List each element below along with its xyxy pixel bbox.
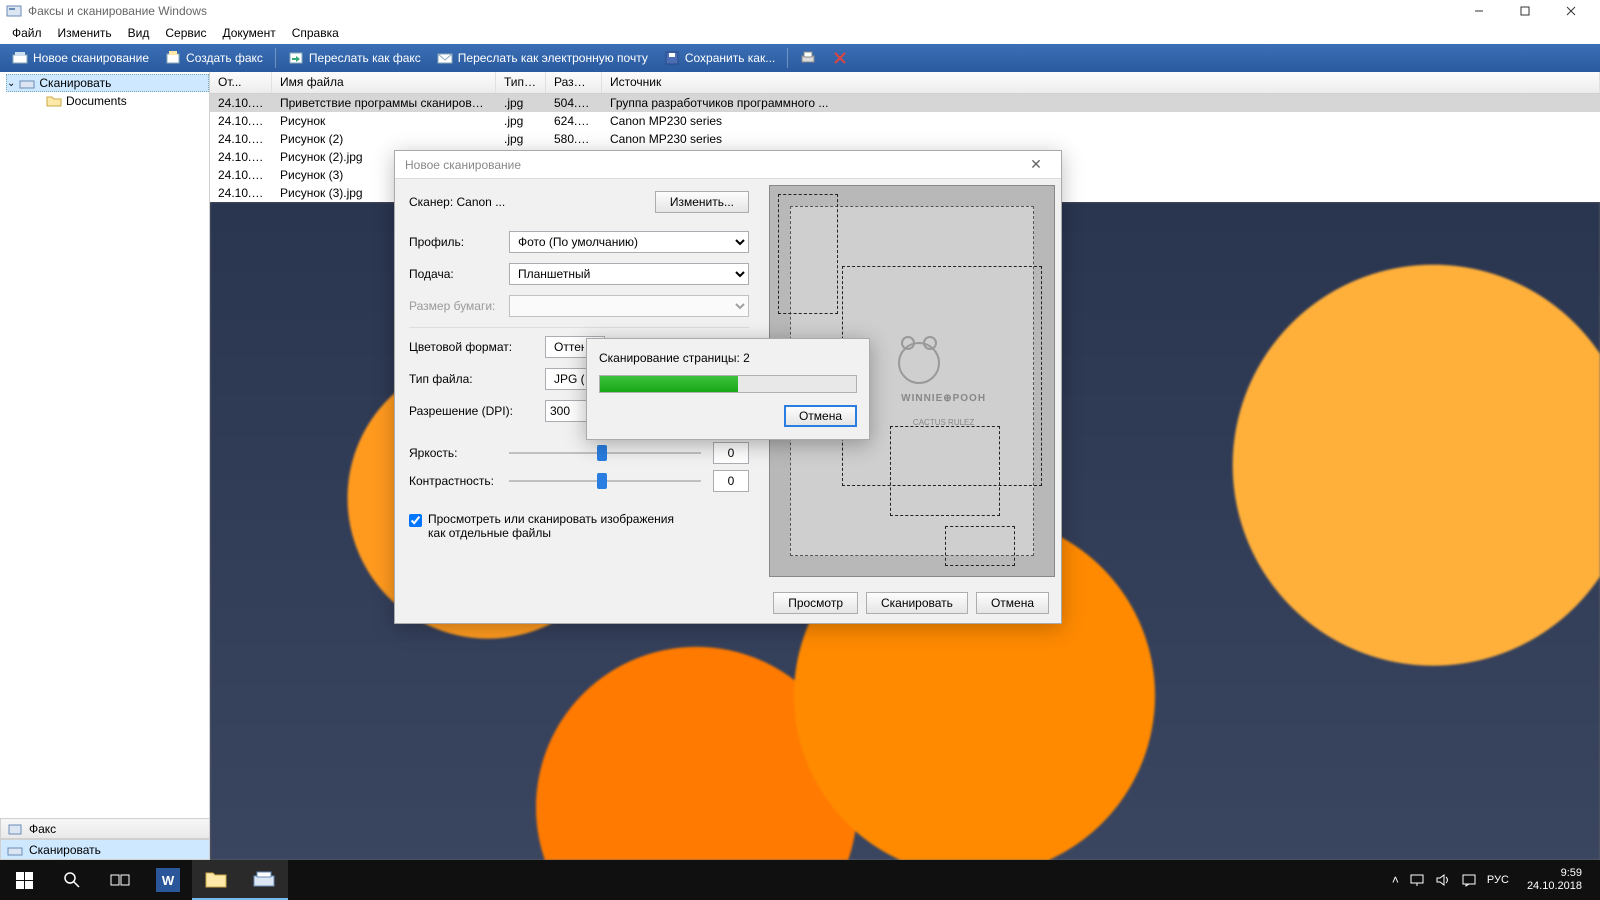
menu-tools[interactable]: Сервис bbox=[157, 24, 214, 42]
tray-clock[interactable]: 9:59 24.10.2018 bbox=[1519, 867, 1590, 893]
separate-files-checkbox[interactable] bbox=[409, 514, 422, 527]
menu-bar: Файл Изменить Вид Сервис Документ Справк… bbox=[0, 22, 1600, 44]
toolbar: Новое сканирование Создать факс Переслат… bbox=[0, 44, 1600, 72]
taskbar-app-word[interactable]: W bbox=[144, 860, 192, 900]
taskview-button[interactable] bbox=[96, 860, 144, 900]
feed-select[interactable]: Планшетный bbox=[509, 263, 749, 285]
scanner-icon bbox=[19, 75, 35, 91]
taskbar: W ˄ РУС 9:59 24.10.2018 bbox=[0, 860, 1600, 900]
list-row[interactable]: 24.10.201... Приветствие программы скани… bbox=[210, 94, 1600, 112]
feed-label: Подача: bbox=[409, 267, 509, 281]
toolbar-separator bbox=[787, 48, 788, 68]
toolbar-delete[interactable] bbox=[826, 48, 854, 68]
filetype-label: Тип файла: bbox=[409, 372, 545, 386]
sidebar-tabs: Факс Сканировать bbox=[0, 818, 210, 860]
delete-icon bbox=[832, 50, 848, 66]
save-icon bbox=[664, 50, 680, 66]
contrast-slider[interactable] bbox=[509, 471, 701, 491]
list-row[interactable]: 24.10.201... Рисунок (2) .jpg 580.8 КБ C… bbox=[210, 130, 1600, 148]
separate-files-label: Просмотреть или сканировать изображения … bbox=[428, 512, 688, 540]
sidebar-tab-scan[interactable]: Сканировать bbox=[0, 839, 210, 860]
scan-button[interactable]: Сканировать bbox=[866, 592, 968, 614]
menu-file[interactable]: Файл bbox=[4, 24, 50, 42]
scanner-icon bbox=[7, 842, 23, 858]
fax-icon bbox=[7, 821, 23, 837]
menu-help[interactable]: Справка bbox=[284, 24, 347, 42]
search-button[interactable] bbox=[48, 860, 96, 900]
svg-text:W: W bbox=[162, 873, 175, 888]
paper-size-select bbox=[509, 295, 749, 317]
tray-chevron-icon[interactable]: ˄ bbox=[1392, 873, 1399, 887]
dialog-title: Новое сканирование bbox=[405, 158, 521, 172]
tray-language[interactable]: РУС bbox=[1487, 874, 1509, 886]
menu-view[interactable]: Вид bbox=[120, 24, 158, 42]
change-scanner-button[interactable]: Изменить... bbox=[655, 191, 749, 213]
menu-edit[interactable]: Изменить bbox=[50, 24, 120, 42]
list-header: От... Имя файла Тип фа... Размер Источни… bbox=[210, 72, 1600, 94]
progress-fill bbox=[600, 376, 738, 392]
tree-node-scan[interactable]: ⌄ Сканировать bbox=[6, 74, 209, 92]
folder-icon bbox=[46, 93, 62, 109]
taskbar-app-explorer[interactable] bbox=[192, 860, 240, 900]
toolbar-save-as[interactable]: Сохранить как... bbox=[658, 48, 781, 68]
profile-label: Профиль: bbox=[409, 235, 509, 249]
window-titlebar: Факсы и сканирование Windows bbox=[0, 0, 1600, 22]
forward-fax-icon bbox=[288, 50, 304, 66]
progress-label: Сканирование страницы: 2 bbox=[599, 351, 857, 365]
contrast-label: Контрастность: bbox=[409, 474, 509, 488]
app-icon bbox=[6, 3, 22, 19]
cancel-button[interactable]: Отмена bbox=[976, 592, 1049, 614]
print-icon bbox=[800, 50, 816, 66]
toolbar-forward-fax[interactable]: Переслать как факс bbox=[282, 48, 427, 68]
column-type[interactable]: Тип фа... bbox=[496, 72, 546, 93]
tray-volume-icon[interactable] bbox=[1435, 873, 1451, 887]
toolbar-new-fax[interactable]: Создать факс bbox=[159, 48, 269, 68]
toolbar-separator bbox=[275, 48, 276, 68]
dialog-titlebar: Новое сканирование ✕ bbox=[395, 151, 1061, 179]
window-title: Факсы и сканирование Windows bbox=[28, 4, 207, 18]
scanner-label: Сканер: Canon ... bbox=[409, 195, 655, 209]
menu-document[interactable]: Документ bbox=[214, 24, 283, 42]
dpi-label: Разрешение (DPI): bbox=[409, 404, 545, 418]
sidebar: ⌄ Сканировать Documents bbox=[0, 72, 210, 860]
start-button[interactable] bbox=[0, 860, 48, 900]
color-format-label: Цветовой формат: bbox=[409, 340, 545, 354]
column-date[interactable]: От... bbox=[210, 72, 272, 93]
scanner-icon bbox=[12, 50, 28, 66]
toolbar-forward-mail[interactable]: Переслать как электронную почту bbox=[431, 48, 654, 68]
dialog-close-button[interactable]: ✕ bbox=[1021, 156, 1051, 173]
preview-watermark: WINNIE⊕POOH CACTUS RULEZ bbox=[884, 323, 1004, 427]
brightness-slider[interactable] bbox=[509, 443, 701, 463]
sidebar-tab-fax[interactable]: Факс bbox=[0, 818, 210, 839]
progress-dialog: Сканирование страницы: 2 Отмена bbox=[586, 338, 870, 440]
progress-bar bbox=[599, 375, 857, 393]
fax-icon bbox=[165, 50, 181, 66]
maximize-button[interactable] bbox=[1502, 0, 1548, 22]
close-button[interactable] bbox=[1548, 0, 1594, 22]
contrast-value[interactable] bbox=[713, 470, 749, 492]
list-row[interactable]: 24.10.201... Рисунок .jpg 624.6 КБ Canon… bbox=[210, 112, 1600, 130]
toolbar-print[interactable] bbox=[794, 48, 822, 68]
column-source[interactable]: Источник bbox=[602, 72, 1600, 93]
column-name[interactable]: Имя файла bbox=[272, 72, 496, 93]
minimize-button[interactable] bbox=[1456, 0, 1502, 22]
taskbar-app-faxscan[interactable] bbox=[240, 860, 288, 900]
tray-network-icon[interactable] bbox=[1409, 873, 1425, 887]
preview-button[interactable]: Просмотр bbox=[773, 592, 858, 614]
progress-cancel-button[interactable]: Отмена bbox=[784, 405, 857, 427]
toolbar-new-scan[interactable]: Новое сканирование bbox=[6, 48, 155, 68]
profile-select[interactable]: Фото (По умолчанию) bbox=[509, 231, 749, 253]
tray-notifications-icon[interactable] bbox=[1461, 873, 1477, 887]
mail-icon bbox=[437, 50, 453, 66]
brightness-label: Яркость: bbox=[409, 446, 509, 460]
column-size[interactable]: Размер bbox=[546, 72, 602, 93]
brightness-value[interactable] bbox=[713, 442, 749, 464]
paper-size-label: Размер бумаги: bbox=[409, 299, 509, 313]
tree-node-documents[interactable]: Documents bbox=[6, 92, 209, 110]
collapse-icon[interactable]: ⌄ bbox=[7, 78, 15, 89]
